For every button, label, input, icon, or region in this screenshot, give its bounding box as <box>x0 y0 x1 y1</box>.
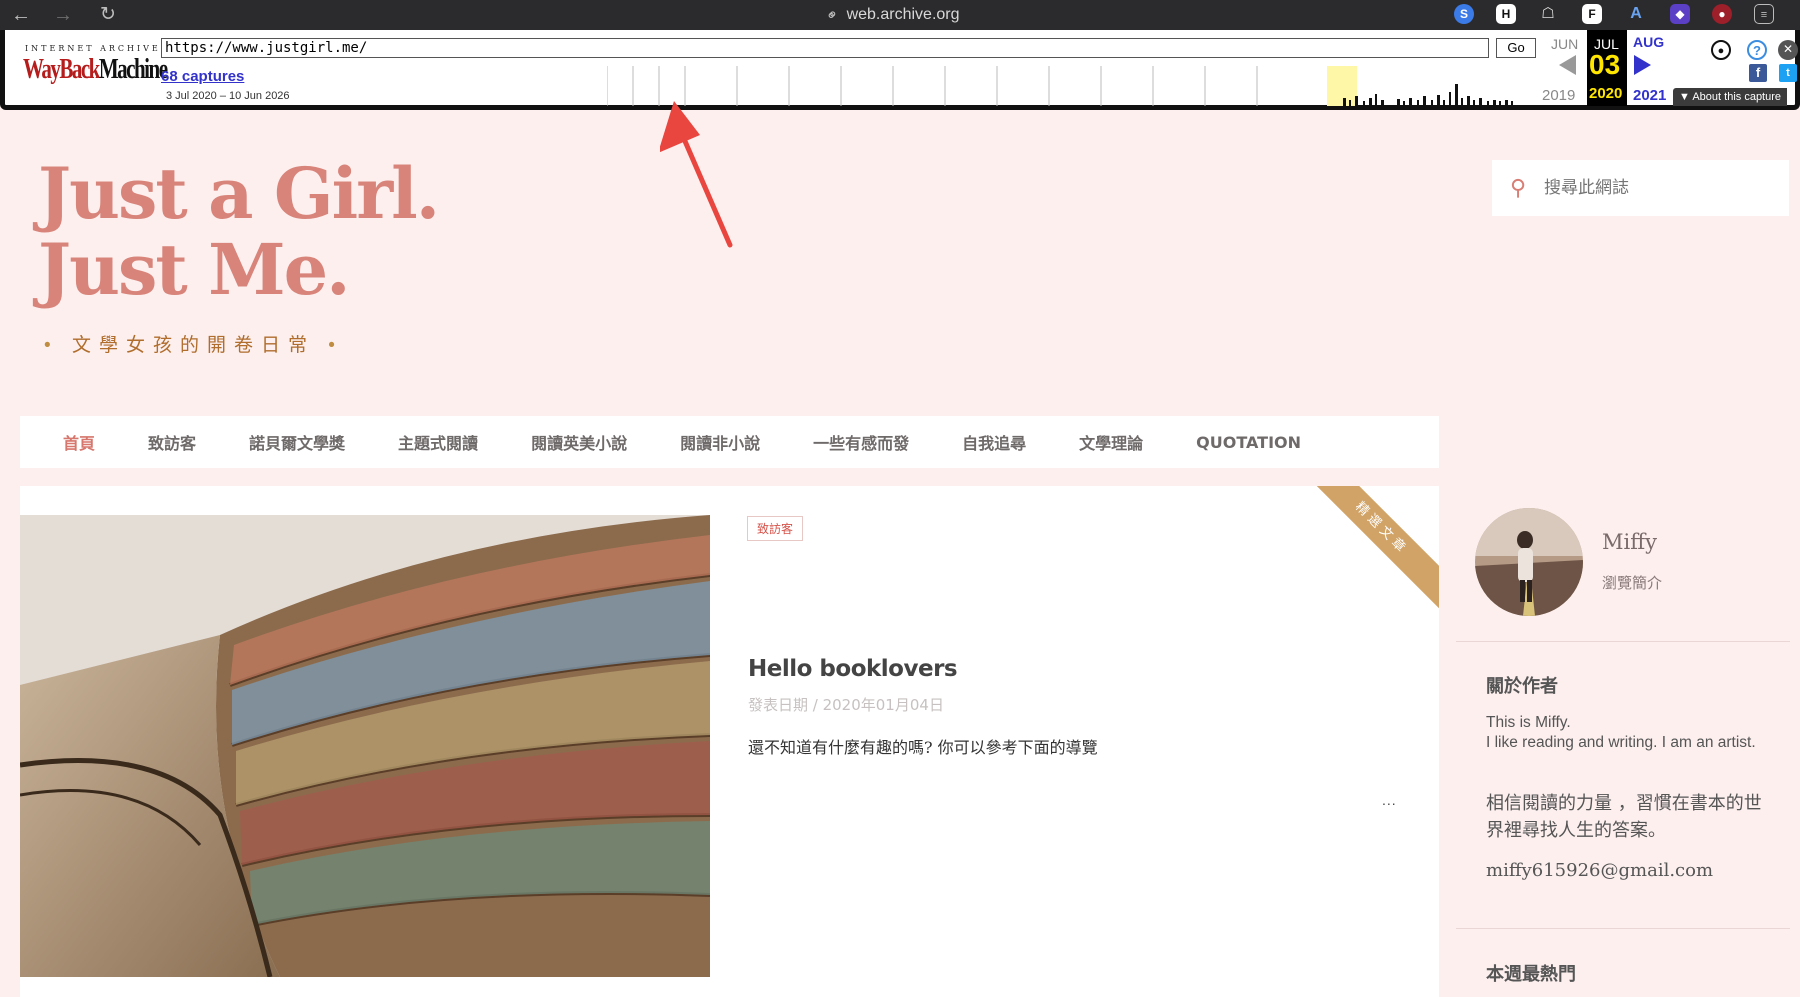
tagline-dot-icon: • <box>328 335 343 356</box>
extension-h-icon[interactable]: H <box>1496 4 1516 24</box>
nav-item-visitors[interactable]: 致訪客 <box>148 430 196 454</box>
help-icon[interactable]: ? <box>1747 40 1767 60</box>
nav-item-quotation[interactable]: QUOTATION <box>1196 433 1301 452</box>
post-cover-image[interactable] <box>20 515 710 977</box>
site-title-line-1: Just a Girl. <box>38 152 440 235</box>
sparkline-current-year <box>1327 66 1357 106</box>
view-profile-link[interactable]: 瀏覽簡介 <box>1602 572 1662 593</box>
prev-capture-arrow-icon[interactable] <box>1559 55 1576 75</box>
back-arrow-icon[interactable]: ← <box>9 3 33 27</box>
wayback-url-input[interactable]: https://www.justgirl.me/ <box>161 38 1489 58</box>
wayback-go-button[interactable]: Go <box>1496 38 1536 58</box>
facebook-icon[interactable]: f <box>1749 64 1767 82</box>
nav-item-home[interactable]: 首頁 <box>63 430 95 454</box>
next-capture-arrow-icon[interactable] <box>1634 55 1651 75</box>
about-author-text-en: This is Miffy. I like reading and writin… <box>1486 714 1756 751</box>
extension-s-icon[interactable]: S <box>1454 4 1474 24</box>
about-author-text-zh: 相信閱讀的力量 ，習慣在書本的世界裡尋找人生的答案。 <box>1486 793 1762 841</box>
forward-arrow-icon[interactable]: → <box>51 3 75 27</box>
wayback-logo-right: Machine <box>98 54 168 85</box>
about-author-heading: 關於作者 <box>1486 676 1558 697</box>
featured-post-card: 致訪客 精選文章 Hello booklovers 發表日期 / 2020年01… <box>20 486 1439 997</box>
nav-item-literary-theory[interactable]: 文學理論 <box>1079 430 1143 454</box>
capture-sparkline[interactable] <box>607 62 1521 106</box>
site-tagline: • 文學女孩的開卷日常 • <box>44 330 343 357</box>
site-title[interactable]: Just a Girl. Just Me. <box>38 152 440 311</box>
wayback-logo[interactable]: WayBackMachine <box>23 54 168 86</box>
author-name[interactable]: Miffy <box>1602 530 1657 554</box>
prev-month[interactable]: JUN <box>1551 36 1578 52</box>
author-avatar[interactable] <box>1475 508 1583 616</box>
link-icon: ⚭ <box>822 4 844 26</box>
post-more-button[interactable]: ... <box>1382 792 1397 808</box>
reload-icon[interactable]: ↻ <box>96 3 120 27</box>
browser-toolbar: ← → ↻ ⚭ web.archive.org S H ☖ F A ◆ ● ≡ <box>0 0 1800 30</box>
post-date: 發表日期 / 2020年01月04日 <box>748 696 944 714</box>
about-capture-dropdown[interactable]: ▼ About this capture <box>1673 88 1788 106</box>
about-capture-label: About this capture <box>1692 91 1782 103</box>
close-icon[interactable]: ✕ <box>1778 40 1798 60</box>
wayback-logo-caption: INTERNET ARCHIVE <box>25 44 161 53</box>
current-day: 03 <box>1589 49 1621 80</box>
extension-f-icon[interactable]: F <box>1582 4 1602 24</box>
nav-item-english-fiction[interactable]: 閱讀英美小說 <box>531 430 627 454</box>
address-text: web.archive.org <box>846 6 960 23</box>
next-month[interactable]: AUG <box>1633 34 1664 50</box>
address-bar[interactable]: ⚭ web.archive.org <box>822 4 960 26</box>
current-capture-box: JUL 03 2020 <box>1587 30 1627 106</box>
wayback-toolbar: INTERNET ARCHIVE WayBackMachine https://… <box>0 30 1800 110</box>
extension-purple-icon[interactable]: ◆ <box>1670 4 1690 24</box>
author-email[interactable]: miffy615926@gmail.com <box>1486 860 1713 881</box>
extension-a-icon[interactable]: A <box>1626 4 1646 24</box>
nav-item-nobel[interactable]: 諾貝爾文學獎 <box>249 430 345 454</box>
sparkline-bars <box>1343 84 1513 106</box>
capture-date-range: 3 Jul 2020 – 10 Jun 2026 <box>166 90 290 102</box>
wayback-logo-left: WayBack <box>23 54 100 85</box>
annotation-arrow <box>660 101 733 248</box>
popular-posts-heading: 本週最熱門 <box>1486 964 1576 985</box>
blog-search[interactable]: ⚲ <box>1492 160 1789 216</box>
twitter-icon[interactable]: t <box>1779 64 1797 82</box>
extension-menu-icon[interactable]: ≡ <box>1754 4 1774 24</box>
nav-item-reflections[interactable]: 一些有感而發 <box>813 430 909 454</box>
post-category-tag[interactable]: 致訪客 <box>747 516 804 541</box>
account-icon[interactable]: ● <box>1711 40 1731 60</box>
prev-year[interactable]: 2019 <box>1542 87 1575 104</box>
post-excerpt: 還不知道有什麼有趣的嗎? 你可以參考下面的導覽 <box>748 738 1098 757</box>
post-title[interactable]: Hello booklovers <box>748 656 958 682</box>
current-year: 2020 <box>1589 85 1623 102</box>
extension-red-icon[interactable]: ● <box>1712 4 1732 24</box>
sidebar-divider <box>1456 928 1790 929</box>
next-year[interactable]: 2021 <box>1633 87 1666 104</box>
nav-item-self-discovery[interactable]: 自我追尋 <box>962 430 1026 454</box>
nav-item-thematic[interactable]: 主題式閱讀 <box>398 430 478 454</box>
main-nav: 首頁 致訪客 諾貝爾文學獎 主題式閱讀 閱讀英美小說 閱讀非小說 一些有感而發 … <box>20 416 1439 468</box>
featured-ribbon: 精選文章 <box>1299 486 1439 611</box>
extension-robot-icon[interactable]: ☖ <box>1538 4 1558 24</box>
site-title-line-2: Just Me. <box>38 228 351 311</box>
captures-link[interactable]: 68 captures <box>161 68 244 85</box>
search-icon[interactable]: ⚲ <box>1492 175 1544 201</box>
sidebar-divider <box>1456 641 1790 642</box>
tagline-text: 文學女孩的開卷日常 <box>71 335 315 356</box>
nav-item-nonfiction[interactable]: 閱讀非小說 <box>680 430 760 454</box>
search-input[interactable] <box>1544 178 1774 198</box>
tagline-dot-icon: • <box>44 335 59 356</box>
